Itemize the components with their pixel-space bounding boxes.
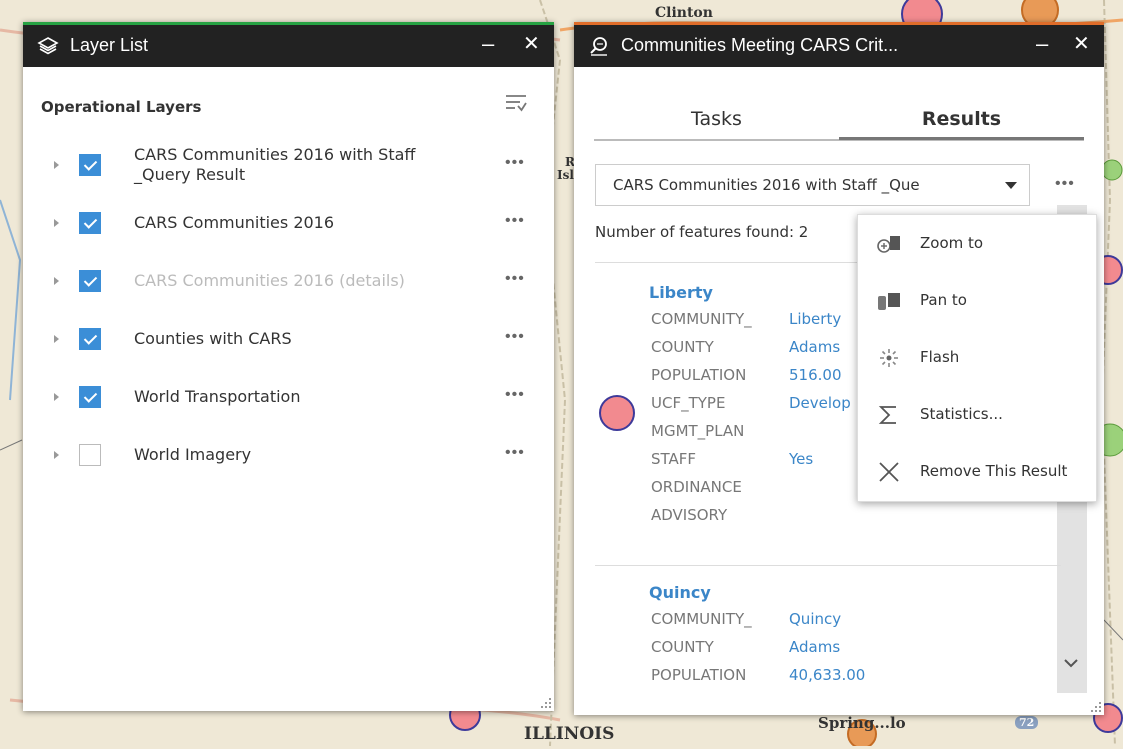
layer-visibility-checkbox[interactable] <box>79 328 101 350</box>
expand-caret-icon[interactable] <box>54 219 59 227</box>
layer-list-title: Layer List <box>70 35 149 55</box>
field-value: Develop <box>789 394 851 412</box>
menu-label: Flash <box>920 348 960 366</box>
result-layer-select-value: CARS Communities 2016 with Staff _Que <box>613 176 920 194</box>
menu-item-zoom-to[interactable]: Zoom to <box>858 215 1096 272</box>
field-key: COUNTY <box>651 338 714 356</box>
menu-item-remove-result[interactable]: Remove This Result <box>858 443 1096 500</box>
map-label-isl: Isl <box>557 168 574 182</box>
field-value: Liberty <box>789 310 842 328</box>
resize-handle[interactable] <box>541 698 551 708</box>
sort-layers-icon[interactable] <box>503 91 529 115</box>
field-key: MGMT_PLAN <box>651 422 745 440</box>
result-options-menu: Zoom to Pan to Flash Statistics... Remov… <box>857 214 1097 502</box>
field-value: Yes <box>789 450 814 468</box>
layer-row[interactable]: CARS Communities 2016 ••• <box>23 203 554 243</box>
layer-options-button[interactable]: ••• <box>505 154 525 172</box>
close-button[interactable]: ✕ <box>523 31 540 57</box>
field-key: COMMUNITY_ <box>651 610 752 628</box>
query-icon <box>588 35 610 57</box>
resize-handle[interactable] <box>1091 702 1101 712</box>
map-label-clinton: Clinton <box>655 5 713 21</box>
layer-label: CARS Communities 2016 <box>134 213 335 232</box>
layer-label: CARS Communities 2016 (details) <box>134 271 405 290</box>
layer-row[interactable]: World Transportation ••• <box>23 377 554 417</box>
layer-visibility-checkbox[interactable] <box>79 154 101 176</box>
layer-list-panel: Layer List – ✕ Operational Layers CARS C… <box>23 22 554 711</box>
expand-caret-icon[interactable] <box>54 393 59 401</box>
close-button[interactable]: ✕ <box>1073 31 1090 57</box>
map-label-route-72: 72 <box>1015 716 1039 729</box>
field-value: Adams <box>789 638 841 656</box>
field-key: ORDINANCE <box>651 478 742 496</box>
chevron-down-icon <box>1005 182 1017 189</box>
field-key: COUNTY <box>651 638 714 656</box>
menu-item-flash[interactable]: Flash <box>858 329 1096 386</box>
minimize-button[interactable]: – <box>1036 31 1048 57</box>
result-name[interactable]: Quincy <box>649 583 711 602</box>
field-value: Quincy <box>789 610 842 628</box>
communities-header[interactable]: Communities Meeting CARS Crit... – ✕ <box>574 25 1104 67</box>
layer-options-button[interactable]: ••• <box>505 444 525 462</box>
result-options-button[interactable]: ••• <box>1055 175 1075 193</box>
features-found-text: Number of features found: 2 <box>595 223 809 241</box>
zoom-to-icon <box>876 233 900 255</box>
expand-caret-icon[interactable] <box>54 335 59 343</box>
layers-icon <box>37 35 59 57</box>
menu-label: Remove This Result <box>920 462 1068 480</box>
menu-label: Statistics... <box>920 405 1003 423</box>
operational-layers-title: Operational Layers <box>41 98 202 116</box>
menu-label: Pan to <box>920 291 967 309</box>
layer-row[interactable]: Counties with CARS ••• <box>23 319 554 359</box>
tab-results[interactable]: Results <box>839 99 1084 140</box>
field-key: COMMUNITY_ <box>651 310 752 328</box>
field-key: STAFF <box>651 450 697 468</box>
layer-options-button[interactable]: ••• <box>505 270 525 288</box>
divider <box>595 565 1061 566</box>
layer-options-button[interactable]: ••• <box>505 328 525 346</box>
field-key: ADVISORY <box>651 506 728 524</box>
result-marker-icon <box>599 395 635 431</box>
field-key: UCF_TYPE <box>651 394 726 412</box>
result-name[interactable]: Liberty <box>649 283 713 302</box>
menu-label: Zoom to <box>920 234 984 252</box>
scroll-down-icon[interactable] <box>1063 653 1079 674</box>
layer-row[interactable]: CARS Communities 2016 with Staff _Query … <box>23 145 554 185</box>
layer-row[interactable]: World Imagery ••• <box>23 435 554 475</box>
layer-label: World Imagery <box>134 445 252 464</box>
map-label-springfield: Spring...lo <box>818 714 906 732</box>
layer-label: CARS Communities 2016 with Staff _Query … <box>134 145 416 184</box>
expand-caret-icon[interactable] <box>54 161 59 169</box>
layer-visibility-checkbox[interactable] <box>79 386 101 408</box>
minimize-button[interactable]: – <box>482 31 494 57</box>
field-value: 516.00 <box>789 366 842 384</box>
result-layer-select[interactable]: CARS Communities 2016 with Staff _Que <box>595 164 1030 206</box>
result-item[interactable]: Quincy COMMUNITY_ Quincy COUNTY Adams PO… <box>595 580 1065 692</box>
field-value: 40,633.00 <box>789 666 866 684</box>
menu-item-statistics[interactable]: Statistics... <box>858 386 1096 443</box>
field-key: POPULATION <box>651 366 747 384</box>
layer-label: World Transportation <box>134 387 301 406</box>
tab-bar: Tasks Results <box>594 99 1084 141</box>
expand-caret-icon[interactable] <box>54 277 59 285</box>
statistics-icon <box>876 404 900 426</box>
pan-to-icon <box>876 290 900 312</box>
layer-visibility-checkbox[interactable] <box>79 444 101 466</box>
field-key: POPULATION <box>651 666 747 684</box>
field-value: Adams <box>789 338 841 356</box>
layer-list-header[interactable]: Layer List – ✕ <box>23 25 554 67</box>
layer-options-button[interactable]: ••• <box>505 386 525 404</box>
tab-tasks[interactable]: Tasks <box>594 99 839 139</box>
flash-icon <box>876 347 900 369</box>
layer-visibility-checkbox[interactable] <box>79 270 101 292</box>
close-icon <box>876 461 900 483</box>
communities-title: Communities Meeting CARS Crit... <box>621 35 899 55</box>
menu-item-pan-to[interactable]: Pan to <box>858 272 1096 329</box>
layer-row[interactable]: CARS Communities 2016 (details) ••• <box>23 261 554 301</box>
layer-visibility-checkbox[interactable] <box>79 212 101 234</box>
layer-options-button[interactable]: ••• <box>505 212 525 230</box>
layer-label: Counties with CARS <box>134 329 292 348</box>
expand-caret-icon[interactable] <box>54 451 59 459</box>
map-label-illinois: ILLINOIS <box>524 724 615 744</box>
